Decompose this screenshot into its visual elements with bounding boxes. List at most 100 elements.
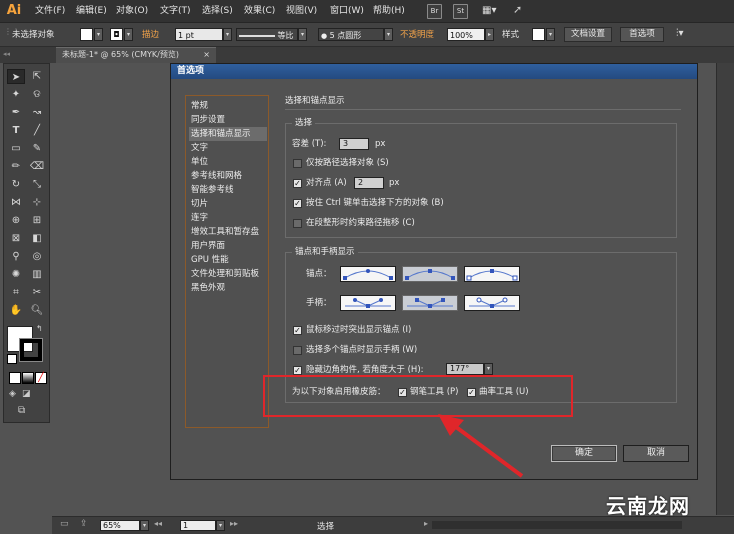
mesh-tool-icon[interactable]: ⊠ — [7, 231, 25, 246]
fill-swatch[interactable] — [80, 28, 93, 41]
stroke-color-swatch[interactable] — [19, 338, 43, 362]
graphic-style-swatch[interactable] — [532, 28, 545, 41]
gpu-performance-icon[interactable]: ➚ — [513, 3, 529, 17]
bridge-icon[interactable]: Br — [427, 4, 442, 19]
curvature-tool-icon[interactable]: ↝ — [28, 105, 46, 120]
eyedropper-tool-icon[interactable]: ⚲ — [7, 249, 25, 264]
type-tool-icon[interactable]: T — [7, 123, 25, 138]
artboard-tool-icon[interactable]: ⌗ — [7, 285, 25, 300]
slice-tool-icon[interactable]: ✂ — [28, 285, 46, 300]
lasso-tool-icon[interactable]: ଡ — [28, 87, 46, 102]
anchor-style-1[interactable] — [340, 266, 396, 282]
category-smart-guides[interactable]: 智能参考线 — [189, 183, 267, 197]
free-transform-tool-icon[interactable]: ⊹ — [28, 195, 46, 210]
first-artboard-icon[interactable]: ◂◂ — [154, 519, 162, 528]
swap-colors-icon[interactable]: ↰ — [36, 324, 43, 333]
category-sync-settings[interactable]: 同步设置 — [189, 113, 267, 127]
category-gpu-performance[interactable]: GPU 性能 — [189, 253, 267, 267]
menu-file[interactable]: 文件(F) — [35, 3, 65, 19]
draw-behind-icon[interactable]: ◪ — [22, 389, 31, 399]
artboard-number-field[interactable]: 1 — [180, 520, 216, 531]
menu-type[interactable]: 文字(T) — [160, 3, 191, 19]
zoom-tool-icon[interactable]: 🔍︎ — [28, 303, 46, 318]
close-tab-icon[interactable]: × — [203, 48, 210, 62]
corner-angle-dropdown[interactable]: ▾ — [484, 363, 493, 375]
direct-selection-tool-icon[interactable]: ⇱ — [28, 69, 46, 84]
status-menu-icon[interactable]: ▸ — [424, 519, 428, 528]
corner-angle-input[interactable]: 177° — [446, 363, 484, 375]
snap-to-point-input[interactable]: 2 — [354, 177, 384, 189]
anchor-style-3[interactable] — [464, 266, 520, 282]
symbol-sprayer-tool-icon[interactable]: ✺ — [7, 267, 25, 282]
selection-tool-icon[interactable]: ➤ — [7, 69, 25, 84]
handle-style-1[interactable] — [340, 295, 396, 311]
artboard-nav-icon[interactable]: ▭ — [60, 519, 69, 529]
category-plugins-scratch-disks[interactable]: 增效工具和暂存盘 — [189, 225, 267, 239]
opacity-label[interactable]: 不透明度 — [400, 29, 434, 41]
object-by-path-checkbox[interactable] — [293, 159, 302, 168]
color-mode-icon[interactable] — [9, 372, 21, 384]
category-guides-grid[interactable]: 参考线和网格 — [189, 169, 267, 183]
ok-button[interactable]: 确定 — [551, 445, 617, 462]
stroke-swatch[interactable]: ◘ — [110, 28, 123, 41]
default-colors-icon[interactable] — [7, 354, 17, 364]
menu-effect[interactable]: 效果(C) — [244, 3, 275, 19]
eraser-tool-icon[interactable]: ⌫ — [28, 159, 46, 174]
artboard-dropdown[interactable]: ▾ — [216, 520, 225, 531]
stroke-weight-dropdown[interactable]: ▾ — [223, 28, 232, 41]
brush-definition[interactable]: ● 5 点圆形 — [318, 28, 384, 41]
menu-select[interactable]: 选择(S) — [202, 3, 233, 19]
blend-tool-icon[interactable]: ◎ — [28, 249, 46, 264]
category-selection-anchor-display[interactable]: 选择和锚点显示 — [189, 127, 267, 141]
last-artboard-icon[interactable]: ▸▸ — [230, 519, 238, 528]
opacity-dropdown[interactable]: ▸ — [485, 28, 494, 41]
document-setup-button[interactable]: 文档设置 — [564, 27, 612, 42]
brush-dropdown[interactable]: ▾ — [384, 28, 393, 41]
cancel-button[interactable]: 取消 — [623, 445, 689, 462]
hand-tool-icon[interactable]: ✋ — [7, 303, 25, 318]
category-units[interactable]: 单位 — [189, 155, 267, 169]
align-menu-icon[interactable]: ⫶▾ — [676, 28, 684, 39]
shaper-tool-icon[interactable]: ✏ — [7, 159, 25, 174]
menu-view[interactable]: 视图(V) — [286, 3, 317, 19]
line-segment-tool-icon[interactable]: ╱ — [28, 123, 46, 138]
draw-mode-icon[interactable]: ◈ — [9, 389, 16, 399]
stock-icon[interactable]: St — [453, 4, 468, 19]
share-icon[interactable]: ⇪ — [80, 519, 88, 529]
document-tab[interactable]: 未标题-1* @ 65% (CMYK/预览) × — [56, 47, 216, 63]
menu-window[interactable]: 窗口(W) — [330, 3, 364, 19]
vertical-scrollbar[interactable] — [716, 63, 734, 515]
style-dropdown[interactable]: ▾ — [546, 28, 555, 41]
pen-tool-icon[interactable]: ✒ — [7, 105, 25, 120]
category-slices[interactable]: 切片 — [189, 197, 267, 211]
menu-edit[interactable]: 编辑(E) — [76, 3, 107, 19]
screen-mode-icon[interactable]: ⧉ — [18, 405, 25, 416]
category-appearance-of-black[interactable]: 黑色外观 — [189, 281, 267, 295]
variable-width-profile[interactable]: 等比 — [236, 28, 298, 41]
fill-dropdown[interactable]: ▾ — [94, 28, 103, 41]
scale-tool-icon[interactable]: ⤡ — [28, 177, 46, 192]
none-mode-icon[interactable]: ╱ — [35, 372, 47, 384]
stroke-label[interactable]: 描边 — [142, 29, 159, 41]
snap-to-point-checkbox[interactable]: ✓ — [293, 179, 302, 188]
stroke-dropdown[interactable]: ▾ — [124, 28, 133, 41]
category-general[interactable]: 常规 — [189, 99, 267, 113]
shape-builder-tool-icon[interactable]: ⊕ — [7, 213, 25, 228]
zoom-dropdown[interactable]: ▾ — [140, 520, 149, 531]
status-mode[interactable]: 选择 — [317, 520, 334, 532]
perspective-grid-tool-icon[interactable]: ⊞ — [28, 213, 46, 228]
menu-help[interactable]: 帮助(H) — [373, 3, 405, 19]
category-type[interactable]: 文字 — [189, 141, 267, 155]
rectangle-tool-icon[interactable]: ▭ — [7, 141, 25, 156]
arrange-documents-icon[interactable]: ▦▾ — [482, 4, 498, 17]
anchor-style-2[interactable] — [402, 266, 458, 282]
tolerance-input[interactable]: 3 — [339, 138, 369, 150]
preferences-button[interactable]: 首选项 — [620, 27, 664, 42]
stroke-weight-field[interactable]: 1 pt — [175, 28, 223, 41]
constrain-path-checkbox[interactable] — [293, 219, 302, 228]
handle-style-2[interactable] — [402, 295, 458, 311]
hide-corner-checkbox[interactable]: ✓ — [293, 366, 302, 375]
graph-tool-icon[interactable]: ▥ — [28, 267, 46, 282]
category-file-handling-clipboard[interactable]: 文件处理和剪贴板 — [189, 267, 267, 281]
handle-style-3[interactable] — [464, 295, 520, 311]
